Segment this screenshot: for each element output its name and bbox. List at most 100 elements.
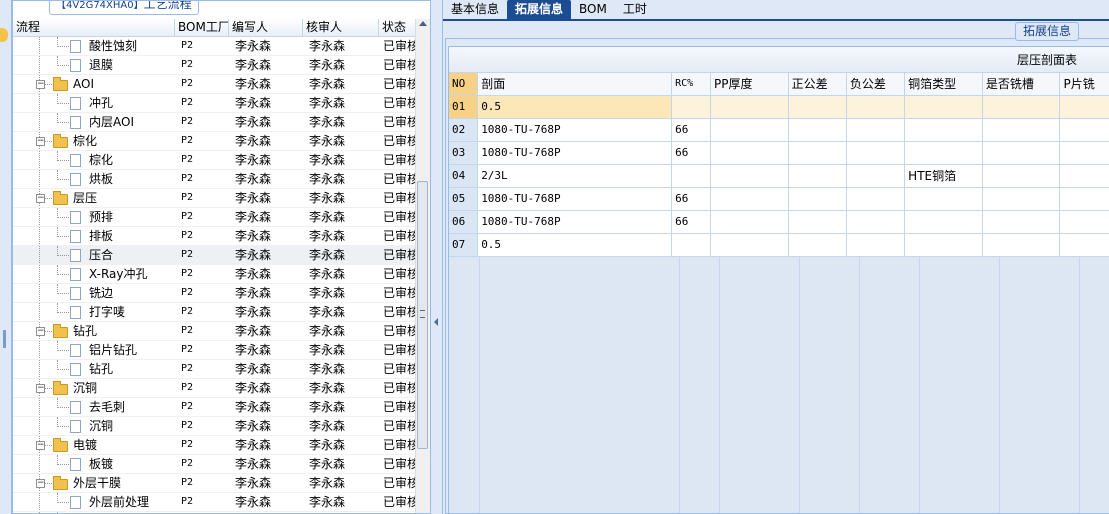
tree-row[interactable]: − 层压 P2 李永森 李永森 已审核 bbox=[13, 189, 417, 208]
col-pp-thickness[interactable]: PP厚度 bbox=[711, 73, 789, 95]
tree-node[interactable]: 排板 bbox=[13, 227, 175, 245]
tree-node[interactable]: 退膜 bbox=[13, 56, 175, 74]
copper-foil-cell[interactable] bbox=[905, 188, 983, 210]
p-sheet-cell[interactable] bbox=[1060, 211, 1109, 233]
tree-node[interactable]: 板镀 bbox=[13, 455, 175, 473]
tree-row[interactable]: 钻孔 P2 李永森 李永森 已审核 bbox=[13, 360, 417, 379]
copper-foil-cell[interactable] bbox=[905, 142, 983, 164]
tree-node[interactable]: 预排 bbox=[13, 208, 175, 226]
grid-row[interactable]: 02 1080-TU-768P 66 bbox=[449, 119, 1109, 142]
tree-node[interactable]: 去毛刺 bbox=[13, 398, 175, 416]
tree-row[interactable]: 铣边 P2 李永森 李永森 已审核 bbox=[13, 284, 417, 303]
copper-foil-cell[interactable] bbox=[905, 211, 983, 233]
panel-splitter[interactable] bbox=[431, 0, 443, 514]
collapse-minus-icon[interactable]: − bbox=[36, 479, 45, 488]
positive-tolerance-cell[interactable] bbox=[789, 234, 847, 256]
rc-cell[interactable]: 66 bbox=[672, 211, 711, 233]
tree-row[interactable]: X-Ray冲孔 P2 李永森 李永森 已审核 bbox=[13, 265, 417, 284]
grid-row[interactable]: 07 0.5 bbox=[449, 234, 1109, 257]
p-sheet-cell[interactable] bbox=[1060, 119, 1109, 141]
scroll-thumb[interactable] bbox=[417, 181, 428, 449]
milling-slot-cell[interactable] bbox=[983, 165, 1061, 187]
column-header-status[interactable]: 状态 bbox=[379, 19, 417, 36]
section-cell[interactable]: 0.5 bbox=[478, 96, 673, 118]
p-sheet-cell[interactable] bbox=[1060, 188, 1109, 210]
copper-foil-cell[interactable] bbox=[905, 234, 983, 256]
tree-row[interactable]: − 钻孔 P2 李永森 李永森 已审核 bbox=[13, 322, 417, 341]
tree-row[interactable]: 退膜 P2 李永森 李永森 已审核 bbox=[13, 56, 417, 75]
tree-node[interactable]: − 沉铜 bbox=[13, 379, 175, 397]
tree-row[interactable]: 沉铜 P2 李永森 李永森 已审核 bbox=[13, 417, 417, 436]
pp-thickness-cell[interactable] bbox=[711, 234, 789, 256]
tree-row[interactable]: 外层前处理 P2 李永森 李永森 已审核 bbox=[13, 493, 417, 512]
tree-node[interactable]: 外层前处理 bbox=[13, 493, 175, 511]
milling-slot-cell[interactable] bbox=[983, 142, 1061, 164]
negative-tolerance-cell[interactable] bbox=[847, 119, 906, 141]
section-cell[interactable]: 1080-TU-768P bbox=[478, 188, 673, 210]
tab-extended-info[interactable]: 拓展信息 bbox=[507, 0, 572, 19]
positive-tolerance-cell[interactable] bbox=[789, 119, 847, 141]
positive-tolerance-cell[interactable] bbox=[789, 211, 847, 233]
milling-slot-cell[interactable] bbox=[983, 211, 1061, 233]
p-sheet-cell[interactable] bbox=[1060, 96, 1109, 118]
section-cell[interactable]: 1080-TU-768P bbox=[478, 119, 673, 141]
tree-row[interactable]: 压合 P2 李永森 李永森 已审核 bbox=[13, 246, 417, 265]
col-positive-tolerance[interactable]: 正公差 bbox=[789, 73, 847, 95]
milling-slot-cell[interactable] bbox=[982, 96, 1061, 118]
copper-foil-cell[interactable]: HTE铜箔 bbox=[905, 165, 983, 187]
grid-row[interactable]: 04 2/3L HTE铜箔 bbox=[449, 165, 1109, 188]
left-collapse-strip[interactable] bbox=[0, 0, 12, 514]
col-negative-tolerance[interactable]: 负公差 bbox=[847, 73, 906, 95]
column-header-bom-factory[interactable]: BOM工厂 bbox=[175, 19, 229, 36]
tab-bom[interactable]: BOM bbox=[571, 0, 615, 19]
column-header-writer[interactable]: 编写人 bbox=[229, 19, 303, 36]
negative-tolerance-cell[interactable] bbox=[846, 96, 906, 118]
tab-work-hours[interactable]: 工时 bbox=[615, 0, 655, 19]
rc-cell[interactable]: 66 bbox=[672, 188, 711, 210]
tree-row[interactable]: − 电镀 P2 李永森 李永森 已审核 bbox=[13, 436, 417, 455]
pp-thickness-cell[interactable] bbox=[711, 119, 789, 141]
tree-node[interactable]: 铣边 bbox=[13, 284, 175, 302]
section-cell[interactable]: 1080-TU-768P bbox=[478, 142, 673, 164]
positive-tolerance-cell[interactable] bbox=[788, 96, 847, 118]
tree-node[interactable]: 内层AOI bbox=[13, 113, 175, 131]
pp-thickness-cell[interactable] bbox=[711, 96, 789, 118]
tree-row[interactable]: 板镀 P2 李永森 李永森 已审核 bbox=[13, 455, 417, 474]
grid-row[interactable]: 06 1080-TU-768P 66 bbox=[449, 211, 1109, 234]
col-section[interactable]: 剖面 bbox=[478, 73, 673, 95]
grid-row[interactable]: 05 1080-TU-768P 66 bbox=[449, 188, 1109, 211]
scroll-up-icon[interactable] bbox=[419, 21, 427, 26]
collapse-minus-icon[interactable]: − bbox=[36, 194, 45, 203]
positive-tolerance-cell[interactable] bbox=[789, 142, 847, 164]
tree-row[interactable]: − 外层干膜 P2 李永森 李永森 已审核 bbox=[13, 474, 417, 493]
p-sheet-cell[interactable] bbox=[1060, 234, 1109, 256]
collapse-minus-icon[interactable]: − bbox=[36, 80, 45, 89]
positive-tolerance-cell[interactable] bbox=[789, 188, 847, 210]
tree-row[interactable]: − 沉铜 P2 李永森 李永森 已审核 bbox=[13, 379, 417, 398]
tree-node[interactable]: − 层压 bbox=[13, 189, 175, 207]
tree-row[interactable]: 棕化 P2 李永森 李永森 已审核 bbox=[13, 151, 417, 170]
tree-row[interactable]: 铝片钻孔 P2 李永森 李永森 已审核 bbox=[13, 341, 417, 360]
col-no[interactable]: NO bbox=[449, 73, 479, 95]
negative-tolerance-cell[interactable] bbox=[847, 142, 906, 164]
tree-node[interactable]: 沉铜 bbox=[13, 417, 175, 435]
milling-slot-cell[interactable] bbox=[983, 188, 1061, 210]
tree-node[interactable]: − 外层干膜 bbox=[13, 474, 175, 492]
section-cell[interactable]: 1080-TU-768P bbox=[478, 211, 673, 233]
collapse-minus-icon[interactable]: − bbox=[36, 441, 45, 450]
tree-node[interactable]: − 电镀 bbox=[13, 436, 175, 454]
col-milling-slot[interactable]: 是否铣槽 bbox=[983, 73, 1061, 95]
col-copper-foil-type[interactable]: 铜箔类型 bbox=[905, 73, 983, 95]
tree-row[interactable]: 去毛刺 P2 李永森 李永森 已审核 bbox=[13, 398, 417, 417]
section-cell[interactable]: 0.5 bbox=[478, 234, 673, 256]
section-cell[interactable]: 2/3L bbox=[478, 165, 673, 187]
negative-tolerance-cell[interactable] bbox=[847, 234, 906, 256]
tree-row[interactable]: − AOI P2 李永森 李永森 已审核 bbox=[13, 75, 417, 94]
tree-node[interactable]: 冲孔 bbox=[13, 94, 175, 112]
col-p-sheet[interactable]: P片铣 bbox=[1060, 73, 1109, 95]
p-sheet-cell[interactable] bbox=[1060, 165, 1109, 187]
tree-row[interactable]: 冲孔 P2 李永森 李永森 已审核 bbox=[13, 94, 417, 113]
tree-node[interactable]: 烘板 bbox=[13, 170, 175, 188]
column-header-reviewer[interactable]: 核审人 bbox=[303, 19, 379, 36]
collapse-minus-icon[interactable]: − bbox=[36, 327, 45, 336]
